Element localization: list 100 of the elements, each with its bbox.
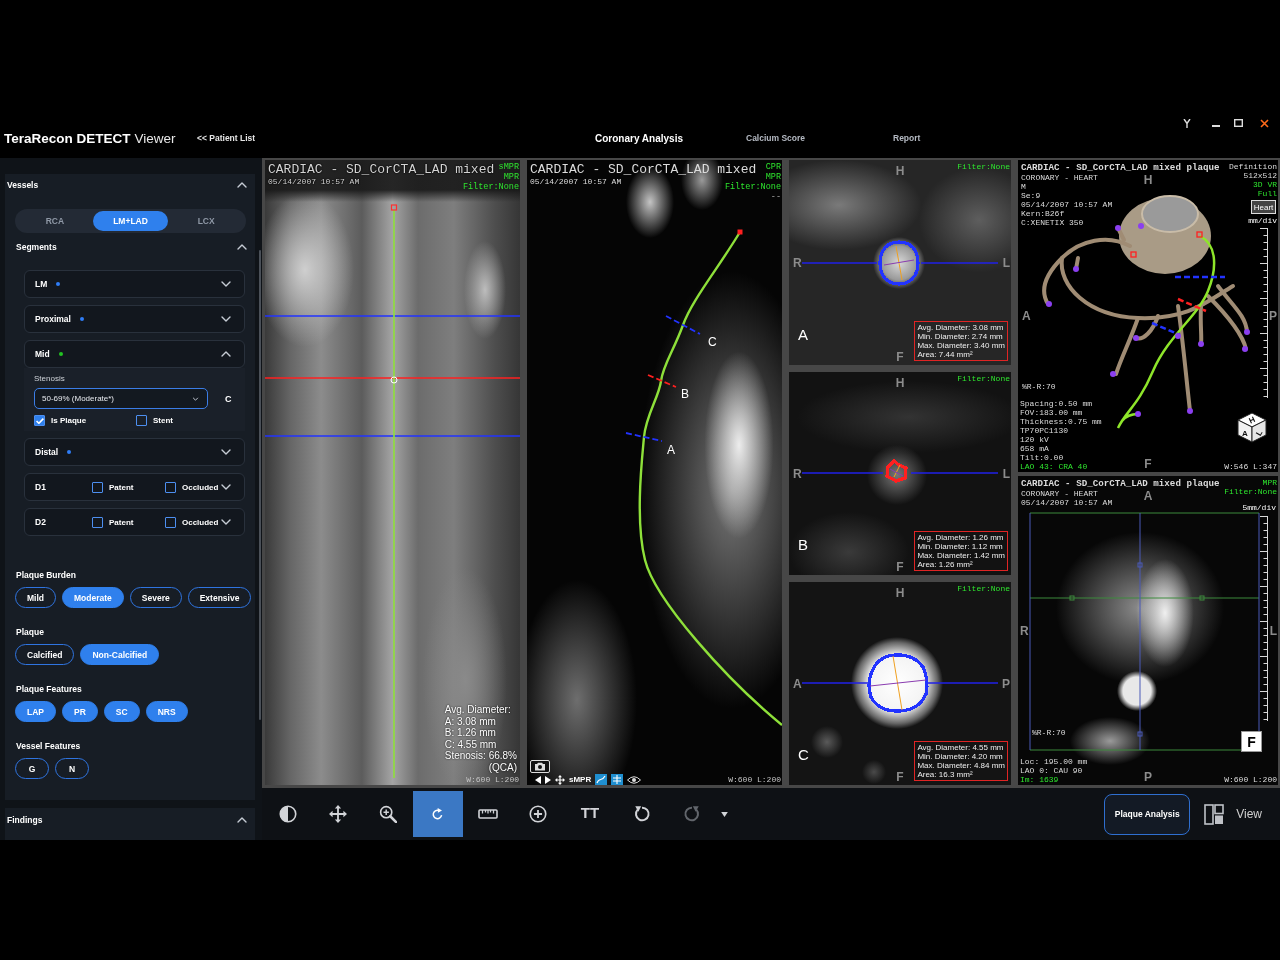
- segment-card[interactable]: Distal: [24, 438, 245, 466]
- option-chip[interactable]: LAP: [15, 701, 56, 722]
- measurement-text: C: 4.55 mm: [444, 738, 497, 750]
- mode-toggle[interactable]: sMPR: [569, 775, 592, 784]
- chevron-down-icon[interactable]: [221, 519, 231, 525]
- option-chip[interactable]: SC: [103, 701, 140, 722]
- camera-icon[interactable]: [530, 760, 550, 773]
- chevron-down-icon[interactable]: [221, 449, 231, 455]
- measurement-text: Avg. Diameter: 1.26 mm: [917, 533, 1004, 542]
- series-title: CARDIAC - SD_CorCTA_LAD mixed: [530, 162, 757, 177]
- chevron-down-icon[interactable]: [221, 281, 231, 287]
- series-info-text: 05/14/2007 10:57 AM: [1021, 200, 1113, 209]
- measurement-text: (QCA): [488, 761, 517, 773]
- view-mode-label: Filter:None: [1224, 487, 1277, 496]
- series-title: CARDIAC - SD_CorCTA_LAD mixed plaque: [1021, 162, 1220, 173]
- caret-down-icon[interactable]: [721, 811, 728, 817]
- curve-tool-icon[interactable]: [595, 774, 608, 785]
- measurement-text: Area: 7.44 mm²: [917, 350, 973, 359]
- fork-icon[interactable]: [1183, 119, 1191, 128]
- option-chip[interactable]: PR: [62, 701, 98, 722]
- view-button[interactable]: View: [1204, 803, 1262, 825]
- checkbox[interactable]: [165, 481, 176, 493]
- view-angle-text: LAO 43: CRA 40: [1020, 462, 1088, 471]
- checkbox-label: Occluded: [182, 482, 219, 492]
- section-label: B: [798, 537, 808, 553]
- arrow-left-icon[interactable]: [535, 775, 541, 784]
- endpoint-marker: [390, 204, 398, 211]
- close-icon[interactable]: [1260, 119, 1269, 128]
- crosshair-tool-icon[interactable]: [611, 774, 624, 785]
- acquisition-info-text: Thickness:0.75 mm: [1020, 417, 1102, 426]
- chevron-up-icon[interactable]: [237, 182, 247, 188]
- checkbox-label: Patent: [109, 482, 134, 492]
- acquisition-info-text: 658 mA: [1020, 444, 1049, 453]
- checkbox[interactable]: [34, 415, 45, 426]
- segment-card[interactable]: D2 Patent Occluded: [24, 508, 245, 536]
- segment-card[interactable]: D1 Patent Occluded: [24, 473, 245, 501]
- checkmark-icon: [35, 417, 44, 424]
- text-tool-button[interactable]: TT: [563, 791, 617, 837]
- chevron-up-icon[interactable]: [221, 351, 231, 357]
- plaque-analysis-button[interactable]: Plaque Analysis: [1104, 793, 1191, 835]
- window-level-text: W:600 L:200: [1224, 775, 1277, 784]
- series-title: CARDIAC - SD_CorCTA_LAD mixed: [268, 162, 495, 177]
- orientation-label: R: [793, 467, 802, 480]
- nav-tab[interactable]: Calcium Score: [746, 133, 806, 143]
- chevron-up-icon[interactable]: [237, 244, 247, 250]
- preset-button[interactable]: Heart: [1251, 200, 1276, 214]
- orientation-cube[interactable]: H A L: [1235, 410, 1269, 444]
- acquisition-info-text: Tilt:0.00: [1020, 453, 1064, 462]
- acquisition-info-text: TP70PC1130: [1020, 426, 1068, 435]
- segment-name: LM: [35, 279, 48, 289]
- contrast-icon: [279, 805, 297, 823]
- segment-card[interactable]: Mid: [24, 340, 245, 368]
- arrow-right-icon[interactable]: [545, 775, 551, 784]
- acquisition-info-text: FOV:183.00 mm: [1020, 408, 1083, 417]
- section-label: A: [798, 327, 808, 343]
- orientation-badge[interactable]: F: [1241, 731, 1262, 752]
- ruler-icon: [478, 809, 498, 819]
- status-text: --: [770, 192, 781, 202]
- option-chip[interactable]: Non-Calcified: [80, 644, 160, 665]
- checkbox-label: Occluded: [182, 517, 219, 527]
- chevron-down-icon[interactable]: [221, 316, 231, 322]
- checkbox[interactable]: [92, 481, 103, 493]
- vessel-tab[interactable]: RCA: [17, 211, 93, 231]
- checkbox[interactable]: [165, 516, 176, 528]
- orientation-label: R: [1020, 624, 1029, 637]
- window-level-text: W:600 L:200: [466, 775, 519, 784]
- option-chip[interactable]: NRS: [145, 701, 188, 722]
- option-chip[interactable]: Moderate: [62, 587, 124, 608]
- scrollbar[interactable]: [259, 250, 261, 720]
- section-title: Vessels: [7, 180, 39, 190]
- segment-card[interactable]: Proximal: [24, 305, 245, 333]
- orientation-label: A: [1143, 490, 1153, 503]
- eye-icon[interactable]: [627, 775, 642, 784]
- orientation-label: F: [1144, 458, 1152, 471]
- chevron-up-icon[interactable]: [237, 817, 247, 823]
- checkbox[interactable]: [92, 516, 103, 528]
- filter-label: Filter:None: [957, 374, 1010, 383]
- nav-tab[interactable]: Coronary Analysis: [595, 132, 683, 144]
- phase-text: %R-R:70: [1032, 728, 1066, 737]
- measurement-text: B: 1.26 mm: [444, 727, 496, 739]
- vessel-tab[interactable]: LCX: [168, 211, 244, 231]
- segment-card[interactable]: LM: [24, 270, 245, 298]
- endpoint-marker: [737, 229, 743, 235]
- orientation-label: H: [895, 165, 905, 178]
- orientation-label: R: [793, 256, 802, 269]
- series-info-text: C:XENETIX 350: [1021, 218, 1084, 227]
- stenosis-dropdown[interactable]: 50-69% (Moderate*): [34, 388, 208, 409]
- acquisition-info-text: 120 kV: [1020, 435, 1049, 444]
- vessel-tab[interactable]: LM+LAD: [92, 211, 169, 231]
- nav-tab[interactable]: Report: [893, 133, 921, 143]
- plus-circle-icon: [529, 805, 547, 823]
- back-link[interactable]: << Patient List: [197, 133, 256, 143]
- maximize-icon[interactable]: [1234, 119, 1243, 127]
- measurement-text: Avg. Diameter: 4.55 mm: [917, 743, 1004, 752]
- study-date: 05/14/2007 10:57 AM: [268, 177, 360, 186]
- move-arrows-icon[interactable]: [555, 774, 565, 785]
- measurement-text: Min. Diameter: 4.20 mm: [917, 752, 1003, 761]
- checkbox[interactable]: [136, 415, 147, 426]
- section-title: Segments: [16, 242, 57, 252]
- chevron-down-icon[interactable]: [221, 484, 231, 490]
